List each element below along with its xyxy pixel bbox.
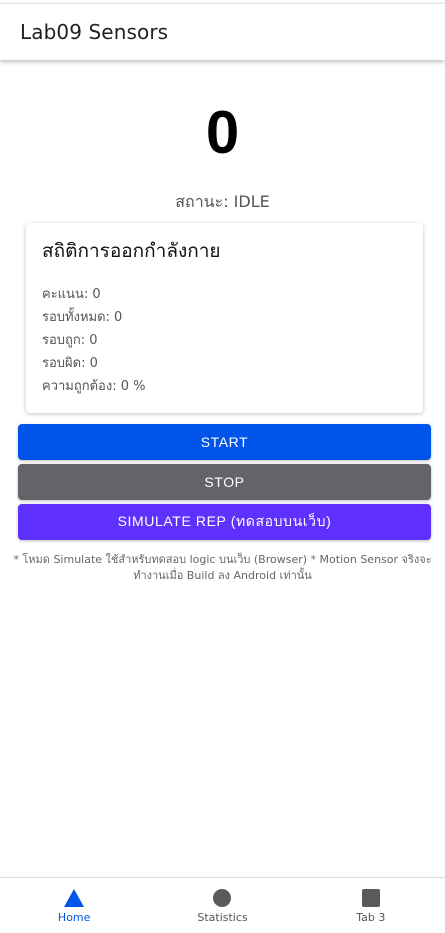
info-note: * โหมด Simulate ใช้สำหรับทดสอบ logic บนเ… [13, 553, 432, 582]
stat-wrong-reps: รอบผิด: 0 [42, 356, 98, 371]
triangle-icon [64, 889, 85, 907]
app-screen: Lab09 Sensors 0 สถานะ: IDLE สถิติการออกก… [0, 0, 445, 933]
tab-statistics-label: Statistics [197, 911, 248, 924]
rep-counter: 0 [205, 99, 240, 166]
bottom-tab-bar: Home Statistics Tab 3 [0, 877, 445, 933]
square-icon [361, 889, 381, 907]
tab-home-label: Home [57, 911, 91, 924]
stat-score: คะแนน: 0 [42, 287, 101, 302]
stat-total-reps: รอบทั้งหมด: 0 [42, 310, 123, 325]
stop-button[interactable]: STOP [18, 464, 431, 500]
tab-3-label: Tab 3 [356, 911, 386, 924]
page-title: Lab09 Sensors [20, 20, 169, 44]
stats-card: สถิติการออกกำลังกาย คะแนน: 0 รอบทั้งหมด:… [26, 223, 423, 413]
stats-card-title: สถิติการออกกำลังกาย [42, 240, 221, 262]
tab-statistics[interactable]: Statistics [148, 878, 296, 933]
ellipse-icon [212, 889, 232, 907]
start-button[interactable]: START [18, 424, 431, 460]
simulate-rep-button[interactable]: SIMULATE REP (ทดสอบบนเว็บ) [18, 504, 431, 540]
tab-home[interactable]: Home [0, 878, 148, 933]
stat-accuracy: ความถูกต้อง: 0 % [42, 379, 146, 394]
stat-correct-reps: รอบถูก: 0 [42, 333, 98, 348]
tab-3[interactable]: Tab 3 [297, 878, 445, 933]
app-toolbar: Lab09 Sensors [0, 3, 445, 60]
status-text: สถานะ: IDLE [175, 192, 270, 211]
